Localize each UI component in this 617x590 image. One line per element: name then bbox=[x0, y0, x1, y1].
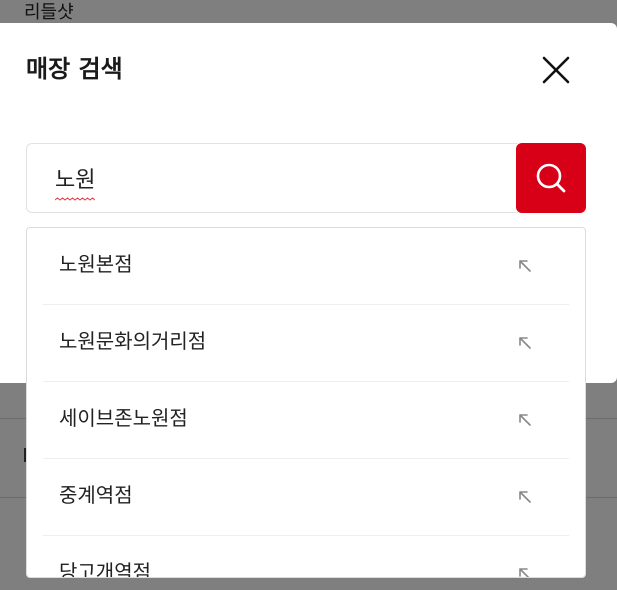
suggestion-item[interactable]: 세이브존노원점 bbox=[43, 382, 569, 459]
arrow-up-left-icon[interactable] bbox=[517, 258, 533, 274]
suggestion-label: 노원문화의거리점 bbox=[59, 329, 207, 353]
arrow-up-left-icon[interactable] bbox=[517, 335, 533, 351]
modal-title: 매장 검색 bbox=[26, 55, 123, 83]
arrow-up-left-icon[interactable] bbox=[517, 566, 533, 578]
suggestion-dropdown: 노원본점 노원문화의거리점 세이브존노원점 중계역점 당고개역점 bbox=[26, 227, 586, 578]
suggestion-label: 중계역점 bbox=[59, 483, 133, 507]
suggestion-label: 당고개역점 bbox=[59, 560, 151, 578]
spellcheck-underline bbox=[55, 197, 95, 201]
search-button[interactable] bbox=[516, 143, 586, 213]
suggestion-item[interactable]: 당고개역점 bbox=[43, 536, 569, 578]
arrow-up-left-icon[interactable] bbox=[517, 412, 533, 428]
close-icon bbox=[542, 56, 570, 84]
suggestion-item[interactable]: 노원문화의거리점 bbox=[43, 305, 569, 382]
suggestion-list: 노원본점 노원문화의거리점 세이브존노원점 중계역점 당고개역점 bbox=[27, 228, 585, 578]
arrow-up-left-icon[interactable] bbox=[517, 489, 533, 505]
suggestion-item[interactable]: 노원본점 bbox=[43, 228, 569, 305]
search-icon bbox=[536, 163, 566, 193]
suggestion-item[interactable]: 중계역점 bbox=[43, 459, 569, 536]
search-input[interactable] bbox=[26, 143, 518, 213]
suggestion-label: 세이브존노원점 bbox=[59, 406, 188, 430]
close-button[interactable] bbox=[536, 50, 576, 90]
brand-title: 리들샷 bbox=[24, 2, 74, 23]
search-bar bbox=[26, 143, 586, 213]
suggestion-label: 노원본점 bbox=[59, 252, 133, 276]
